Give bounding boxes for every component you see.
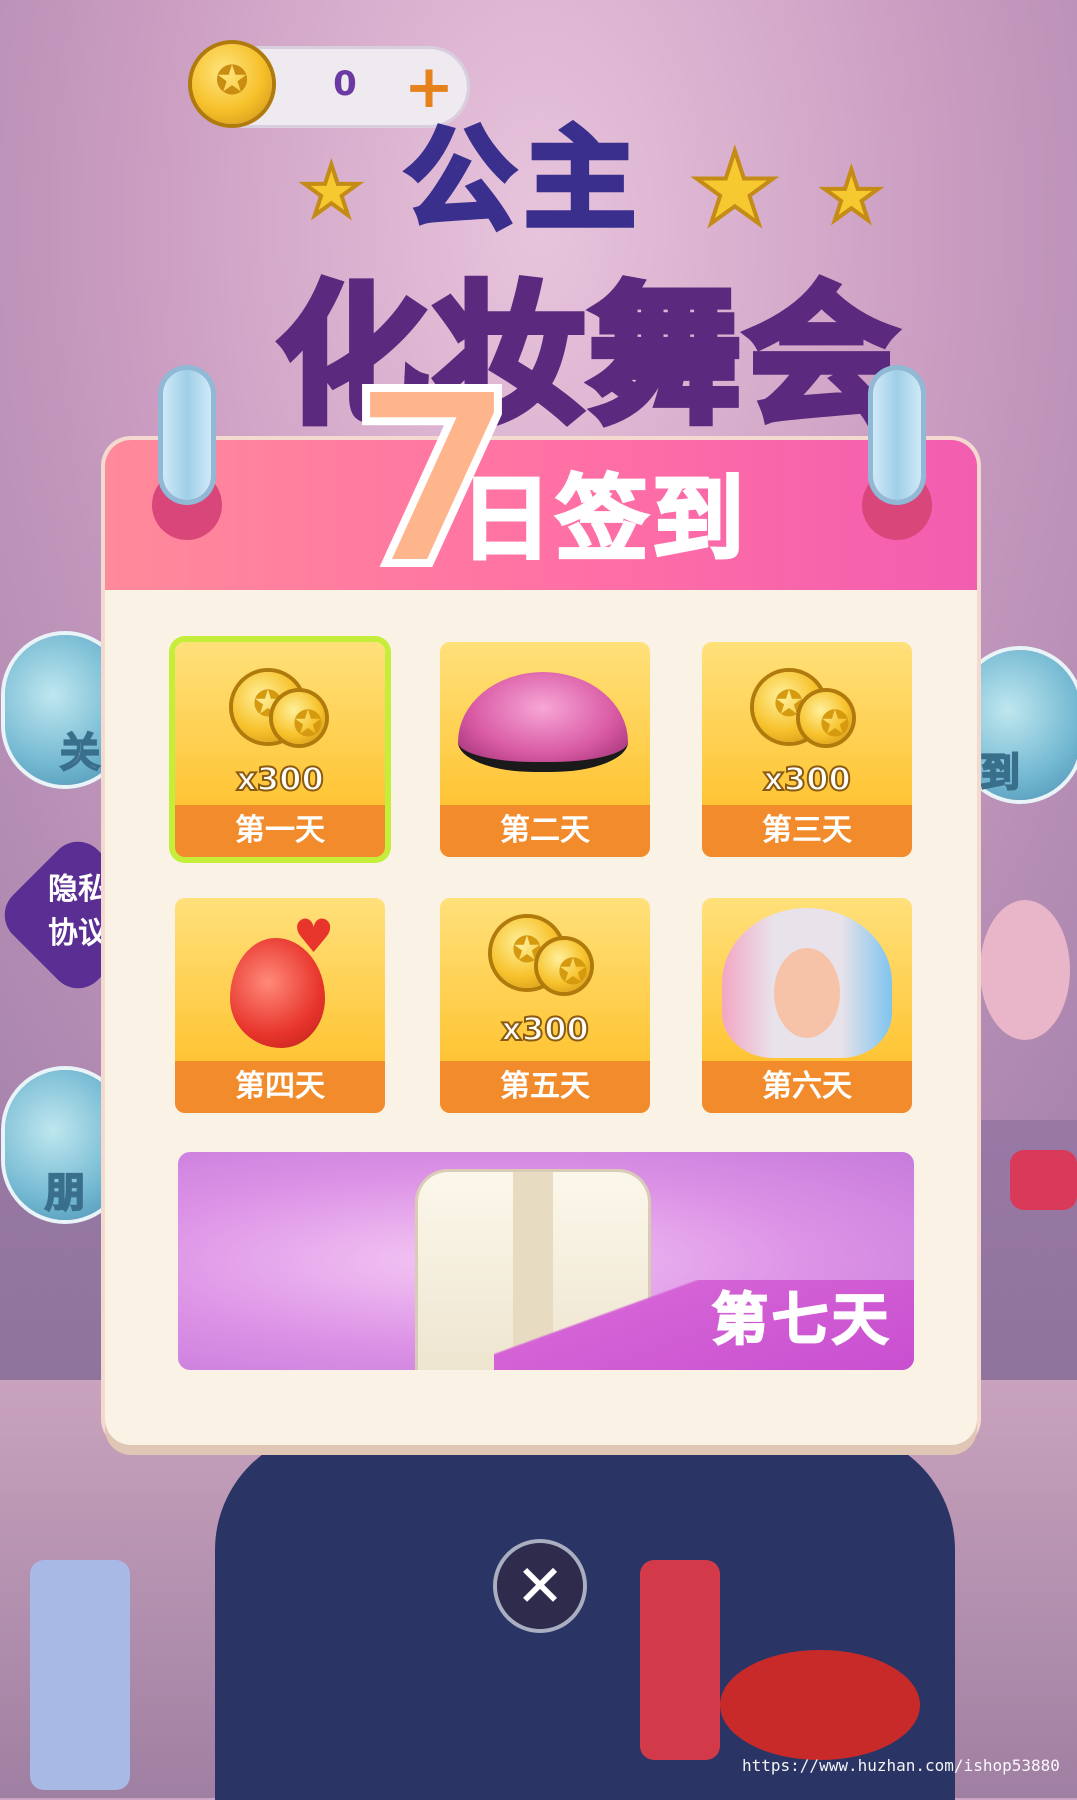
reward-day-label: 第五天	[440, 1061, 650, 1113]
reward-day-5[interactable]: x300 第五天	[440, 898, 650, 1113]
reward-day-1[interactable]: x300 第一天	[175, 642, 385, 857]
table-decor	[720, 1650, 920, 1760]
close-button[interactable]: ✕	[497, 1543, 583, 1629]
reward-amount: x300	[235, 759, 324, 799]
watermark: https://www.huzhan.com/ishop53880	[742, 1756, 1060, 1775]
face-icon	[774, 948, 840, 1038]
reward-day-label: 第四天	[175, 1061, 385, 1113]
heart-icon: ♥	[293, 909, 335, 963]
coin-icon	[800, 692, 870, 745]
calendar-ring	[873, 370, 921, 500]
reward-day-label: 第三天	[702, 805, 912, 857]
table-decor	[1010, 1150, 1077, 1210]
side-button-label: 关	[59, 729, 101, 777]
reward-day-7[interactable]: 第七天	[178, 1152, 914, 1370]
table-decor	[980, 900, 1070, 1040]
reward-day-label: 第六天	[702, 1061, 912, 1113]
side-button-label: 朋	[44, 1169, 86, 1217]
coin-icon	[538, 940, 608, 993]
reward-day-3[interactable]: x300 第三天	[702, 642, 912, 857]
signin-title: 日签到	[459, 465, 749, 575]
coin-icon	[192, 44, 272, 124]
table-decor	[30, 1560, 130, 1790]
reward-day-6[interactable]: 第六天	[702, 898, 912, 1113]
reward-amount: x300	[762, 759, 851, 799]
reward-day-label: 第七天	[711, 1287, 892, 1354]
star-icon: ★	[818, 153, 885, 239]
star-icon: ★	[688, 128, 782, 249]
reward-day-4[interactable]: ♥ 第四天	[175, 898, 385, 1113]
reward-day-label: 第一天	[175, 805, 385, 857]
coin-icon	[273, 692, 343, 745]
reward-day-2[interactable]: 第二天	[440, 642, 650, 857]
table-decor	[640, 1560, 720, 1760]
side-button-label: 到	[979, 749, 1021, 797]
eyeshadow-icon	[458, 672, 628, 772]
reward-day-label: 第二天	[440, 805, 650, 857]
star-icon: ★	[298, 148, 365, 234]
reward-amount: x300	[500, 1009, 589, 1049]
logo-subtitle: 公主	[402, 113, 645, 247]
calendar-ring	[163, 370, 211, 500]
